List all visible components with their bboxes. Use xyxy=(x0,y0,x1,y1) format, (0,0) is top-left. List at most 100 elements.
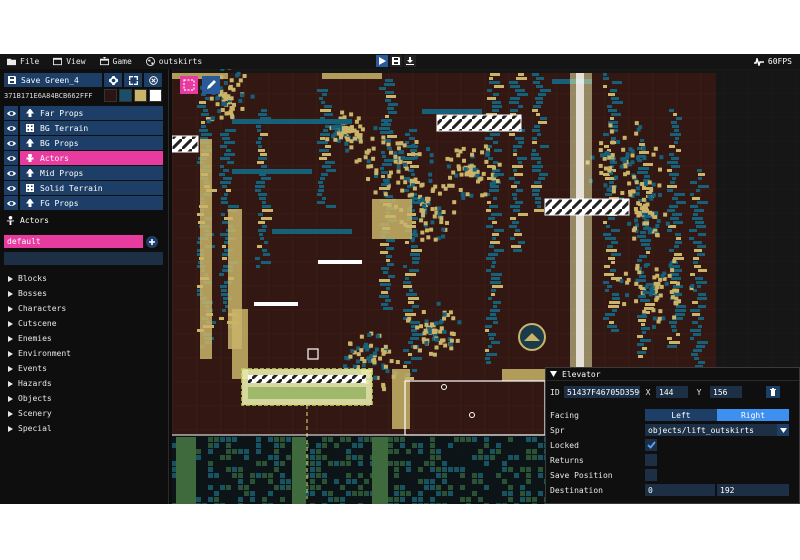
layer-fg-props[interactable]: FG Props xyxy=(20,196,163,210)
tree-item[interactable]: Scenery xyxy=(8,406,71,421)
y-field[interactable]: 156 xyxy=(710,386,742,398)
save-position-checkbox[interactable] xyxy=(645,469,657,481)
layer-actors[interactable]: Actors xyxy=(20,151,163,165)
tile xyxy=(535,97,543,100)
save-button[interactable]: Save Green_4 xyxy=(4,73,102,87)
tile xyxy=(418,497,423,502)
swatch-2[interactable] xyxy=(134,89,147,102)
tile xyxy=(670,217,679,220)
preset-select[interactable]: default xyxy=(4,235,143,248)
inspector-header[interactable]: Elevator xyxy=(546,368,799,381)
layer-solid-terrain[interactable]: Solid Terrain xyxy=(20,181,163,195)
add-preset-button[interactable] xyxy=(146,235,158,248)
layer-bg-props[interactable]: BG Props xyxy=(20,136,163,150)
menu-view[interactable]: View xyxy=(46,54,92,69)
layer-bg-terrain[interactable]: BG Terrain xyxy=(20,121,163,135)
tile xyxy=(319,157,327,160)
tile xyxy=(201,113,209,116)
tile xyxy=(609,159,614,164)
tile xyxy=(286,485,291,490)
layer-far-props[interactable]: Far Props xyxy=(20,106,163,120)
tile xyxy=(538,467,543,472)
visibility-toggle[interactable] xyxy=(4,121,18,135)
visibility-toggle[interactable] xyxy=(4,106,18,120)
marquee-select-tool[interactable] xyxy=(180,76,198,94)
tree-item[interactable]: Environment xyxy=(8,346,71,361)
tree-item[interactable]: Enemies xyxy=(8,331,71,346)
visibility-toggle[interactable] xyxy=(4,151,18,165)
destination-y-field[interactable]: 192 xyxy=(717,484,789,496)
visibility-toggle[interactable] xyxy=(4,136,18,150)
tile xyxy=(263,253,270,256)
tree-item[interactable]: Objects xyxy=(8,391,71,406)
tile xyxy=(664,281,669,286)
swatch-0[interactable] xyxy=(104,89,117,102)
tree-item[interactable]: Hazards xyxy=(8,376,71,391)
tile xyxy=(491,273,502,276)
tile xyxy=(426,196,431,201)
tile xyxy=(268,479,273,484)
menu-game[interactable]: Game xyxy=(93,54,139,69)
tile xyxy=(540,89,551,92)
visibility-toggle[interactable] xyxy=(4,181,18,195)
save-level-button[interactable] xyxy=(390,55,402,67)
menu-file[interactable]: File xyxy=(0,54,46,69)
menu-level[interactable]: outskirts xyxy=(139,54,209,69)
tile xyxy=(364,479,369,484)
tile xyxy=(398,159,403,164)
tree-item[interactable]: Cutscene xyxy=(8,316,71,331)
tile xyxy=(262,249,267,252)
settings-button[interactable] xyxy=(104,73,122,87)
tile xyxy=(635,186,640,191)
download-button[interactable] xyxy=(404,55,416,67)
tree-item[interactable]: Blocks xyxy=(8,271,71,286)
tile xyxy=(674,253,682,256)
tile xyxy=(202,503,207,504)
tile xyxy=(256,125,261,128)
tile xyxy=(693,349,702,352)
spr-select[interactable]: objects/lift_outskirts xyxy=(645,424,777,436)
tile xyxy=(538,93,546,96)
destination-x-field[interactable]: 0 xyxy=(645,484,715,496)
tile xyxy=(385,115,389,118)
facing-right-button[interactable]: Right xyxy=(717,409,789,421)
id-field[interactable]: 51437F46705D359C xyxy=(564,386,640,398)
tile xyxy=(451,332,456,337)
layer-row: Mid Props xyxy=(4,166,163,180)
x-field[interactable]: 144 xyxy=(656,386,688,398)
tree-item-label: Blocks xyxy=(18,274,47,283)
tile xyxy=(690,283,695,288)
swatch-3[interactable] xyxy=(149,89,162,102)
tree-item[interactable]: Characters xyxy=(8,301,71,316)
tile xyxy=(651,152,656,157)
spr-dropdown-arrow[interactable] xyxy=(777,424,789,436)
fullscreen-button[interactable] xyxy=(124,73,142,87)
download-icon xyxy=(406,57,414,65)
tile xyxy=(610,153,615,158)
pencil-tool[interactable] xyxy=(202,76,220,94)
tile xyxy=(616,140,621,145)
tree-item[interactable]: Special xyxy=(8,421,71,436)
tree-item[interactable]: Bosses xyxy=(8,286,71,301)
play-button[interactable] xyxy=(376,55,388,67)
tile xyxy=(690,205,698,208)
returns-checkbox[interactable] xyxy=(645,454,657,466)
delete-actor-button[interactable] xyxy=(766,386,780,398)
tree-item[interactable]: Events xyxy=(8,361,71,376)
visibility-toggle[interactable] xyxy=(4,166,18,180)
tile xyxy=(358,485,363,490)
tile xyxy=(662,271,667,276)
locked-checkbox[interactable] xyxy=(645,439,657,451)
layer-mid-props[interactable]: Mid Props xyxy=(20,166,163,180)
tree-icon xyxy=(26,169,34,177)
visibility-toggle[interactable] xyxy=(4,196,18,210)
swatch-1[interactable] xyxy=(119,89,132,102)
tile xyxy=(698,325,702,328)
tile xyxy=(383,344,388,349)
facing-left-button[interactable]: Left xyxy=(645,409,717,421)
actor-search-input[interactable] xyxy=(4,252,163,265)
tile xyxy=(442,329,447,334)
tile xyxy=(220,69,225,71)
tile xyxy=(412,369,417,372)
close-button[interactable] xyxy=(144,73,162,87)
